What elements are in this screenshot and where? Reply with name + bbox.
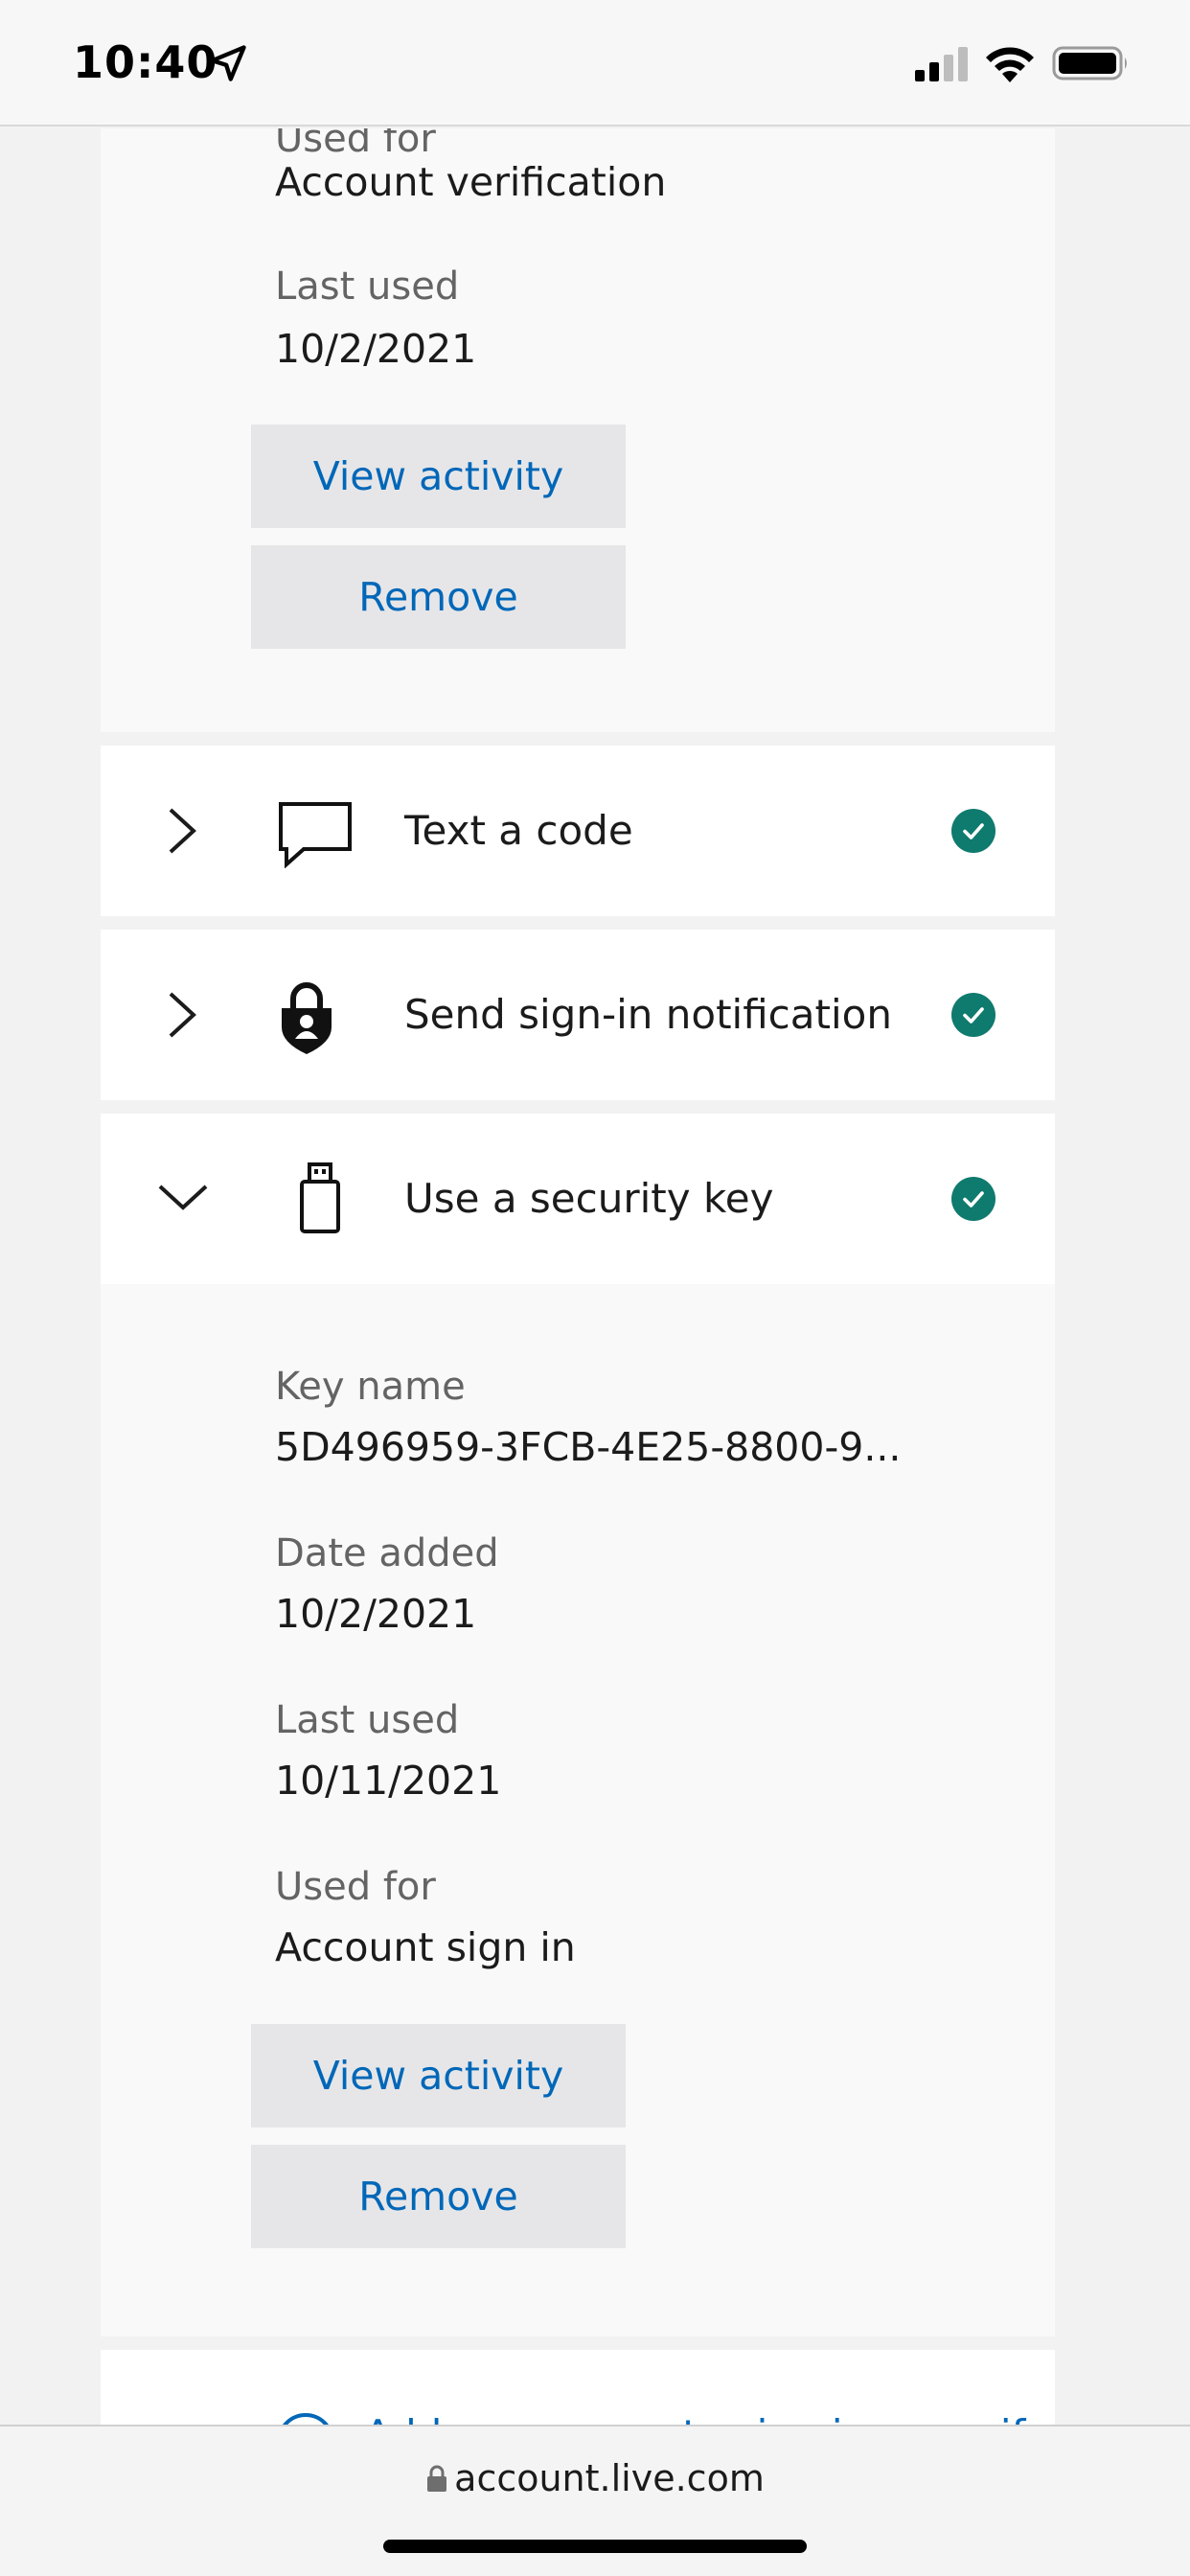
last-used-value: 10/2/2021 <box>275 326 477 372</box>
check-circle-icon <box>951 1177 995 1221</box>
page-content: Used for Account verification Last used … <box>0 128 1190 2425</box>
chevron-down-icon[interactable] <box>156 1177 210 1215</box>
url-text[interactable]: account.live.com <box>454 2457 765 2499</box>
method-row-text-a-code[interactable]: Text a code <box>101 746 1055 916</box>
chat-bubble-icon <box>279 802 352 868</box>
method-row-security-key[interactable]: Use a security key <box>101 1114 1055 1284</box>
method-label: Send sign-in notification <box>404 991 892 1038</box>
add-circle-icon[interactable] <box>275 2411 336 2425</box>
home-indicator[interactable] <box>383 2540 807 2553</box>
status-time: 10:40 <box>73 36 218 88</box>
method-label: Use a security key <box>404 1175 774 1222</box>
status-bar: 10:40 <box>0 0 1190 126</box>
chevron-right-icon[interactable] <box>158 802 206 860</box>
remove-button[interactable]: Remove <box>251 2145 626 2248</box>
battery-icon <box>1052 46 1127 80</box>
used-for-value: Account verification <box>275 159 667 205</box>
used-for-label: Used for <box>275 1865 436 1909</box>
view-activity-button[interactable]: View activity <box>251 2024 626 2128</box>
view-activity-button[interactable]: View activity <box>251 425 626 528</box>
used-for-label: Used for <box>275 128 436 161</box>
lock-icon <box>427 2465 447 2492</box>
wifi-icon <box>986 47 1034 82</box>
add-method-link[interactable]: Add a new way to sign in or verify <box>364 2411 1048 2425</box>
method-label: Text a code <box>404 807 633 854</box>
remove-button[interactable]: Remove <box>251 545 626 649</box>
last-used-label: Last used <box>275 1698 460 1742</box>
add-method-row[interactable]: Add a new way to sign in or verify <box>101 2350 1055 2425</box>
date-added-label: Date added <box>275 1531 499 1576</box>
key-name-value: 5D496959-3FCB-4E25-8800-9... <box>275 1424 902 1470</box>
method-row-send-notification[interactable]: Send sign-in notification <box>101 930 1055 1100</box>
last-used-label: Last used <box>275 264 460 309</box>
used-for-value: Account sign in <box>275 1924 576 1970</box>
browser-url-bar[interactable]: account.live.com <box>0 2425 1190 2576</box>
expanded-method-panel: Used for Account verification Last used … <box>101 128 1055 732</box>
last-used-value: 10/11/2021 <box>275 1758 502 1804</box>
url-container[interactable]: account.live.com <box>0 2457 1190 2499</box>
usb-key-icon <box>300 1162 340 1233</box>
chevron-right-icon[interactable] <box>158 986 206 1044</box>
key-name-label: Key name <box>275 1365 466 1409</box>
check-circle-icon <box>951 809 995 853</box>
security-key-details-panel: Key name 5D496959-3FCB-4E25-8800-9... Da… <box>101 1284 1055 2336</box>
date-added-value: 10/2/2021 <box>275 1591 477 1637</box>
check-circle-icon <box>951 993 995 1037</box>
location-arrow-icon <box>210 45 246 81</box>
lock-person-icon <box>282 982 332 1054</box>
cellular-signal-icon <box>915 47 968 81</box>
